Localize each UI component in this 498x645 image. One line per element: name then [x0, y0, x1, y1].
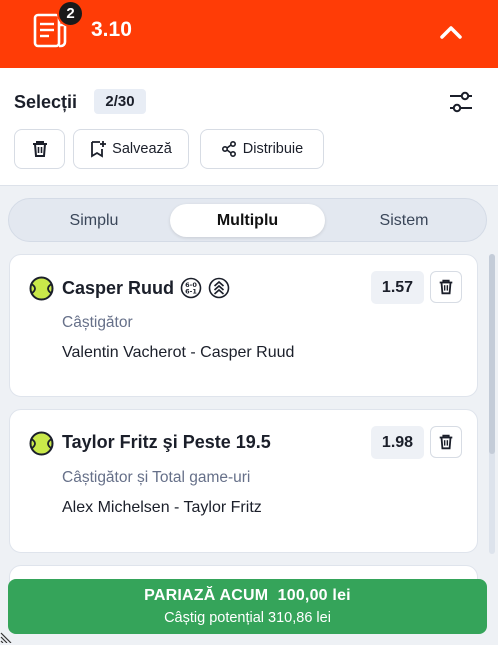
boost-icon — [208, 277, 230, 299]
total-odds: 3.10 — [91, 18, 132, 41]
selection-name: Taylor Fritz şi Peste 19.5 — [62, 432, 271, 453]
bet-selection-card: Casper Ruud 6-0 6-1 Câștigător Valentin … — [9, 254, 478, 397]
tennis-ball-icon — [29, 276, 54, 301]
selections-title: Selecții — [14, 92, 78, 112]
set-score-icon: 6-0 6-1 — [180, 277, 202, 299]
share-label: Distribuie — [242, 141, 304, 157]
selections-count: 2/30 — [94, 89, 146, 114]
tab-multiplu[interactable]: Multiplu — [170, 204, 325, 237]
tab-sistem[interactable]: Sistem — [329, 204, 479, 237]
trash-icon — [439, 279, 453, 295]
bet-slip-header[interactable]: 2 3.10 — [0, 0, 498, 68]
place-bet-line: PARIAZĂ ACUM 100,00 lei — [8, 587, 487, 605]
tab-simplu[interactable]: Simplu — [19, 204, 169, 237]
scrollbar-thumb[interactable] — [489, 254, 495, 454]
save-label: Salvează — [112, 141, 172, 157]
share-button[interactable]: Distribuie — [200, 129, 324, 169]
svg-text:6-1: 6-1 — [185, 288, 197, 296]
remove-selection-button[interactable] — [430, 271, 462, 303]
trash-icon — [32, 141, 47, 157]
place-bet-label: PARIAZĂ ACUM — [144, 587, 269, 604]
save-button[interactable]: Salvează — [73, 129, 189, 169]
bet-selection-card: Taylor Fritz şi Peste 19.5 Câștigător și… — [9, 409, 478, 553]
event-name: Valentin Vacherot - Casper Ruud — [62, 344, 295, 361]
market-name: Câștigător și Total game-uri — [62, 469, 251, 486]
remove-selection-button[interactable] — [430, 426, 462, 458]
selection-count-badge: 2 — [57, 0, 84, 27]
odds-value: 1.98 — [371, 426, 424, 459]
bet-type-tabs: Simplu Multiplu Sistem — [8, 198, 487, 242]
stake-amount: 100,00 lei — [277, 587, 351, 604]
delete-all-button[interactable] — [14, 129, 65, 169]
odds-value: 1.57 — [371, 271, 424, 304]
market-name: Câștigător — [62, 314, 133, 331]
settings-sliders-icon[interactable] — [446, 90, 476, 114]
place-bet-button[interactable]: PARIAZĂ ACUM 100,00 lei Câștig potențial… — [8, 579, 487, 634]
selection-name-text: Casper Ruud — [62, 277, 175, 298]
selection-name: Casper Ruud 6-0 6-1 — [62, 277, 230, 299]
potential-win: Câștig potențial 310,86 lei — [164, 610, 331, 626]
selection-name-text: Taylor Fritz şi Peste 19.5 — [62, 432, 271, 452]
share-icon — [221, 141, 236, 157]
resize-handle-icon[interactable] — [0, 627, 16, 643]
bookmark-add-icon — [91, 141, 107, 158]
chevron-up-icon[interactable] — [436, 18, 466, 46]
tennis-ball-icon — [29, 431, 54, 456]
trash-icon — [439, 434, 453, 450]
event-name: Alex Michelsen - Taylor Fritz — [62, 499, 262, 516]
